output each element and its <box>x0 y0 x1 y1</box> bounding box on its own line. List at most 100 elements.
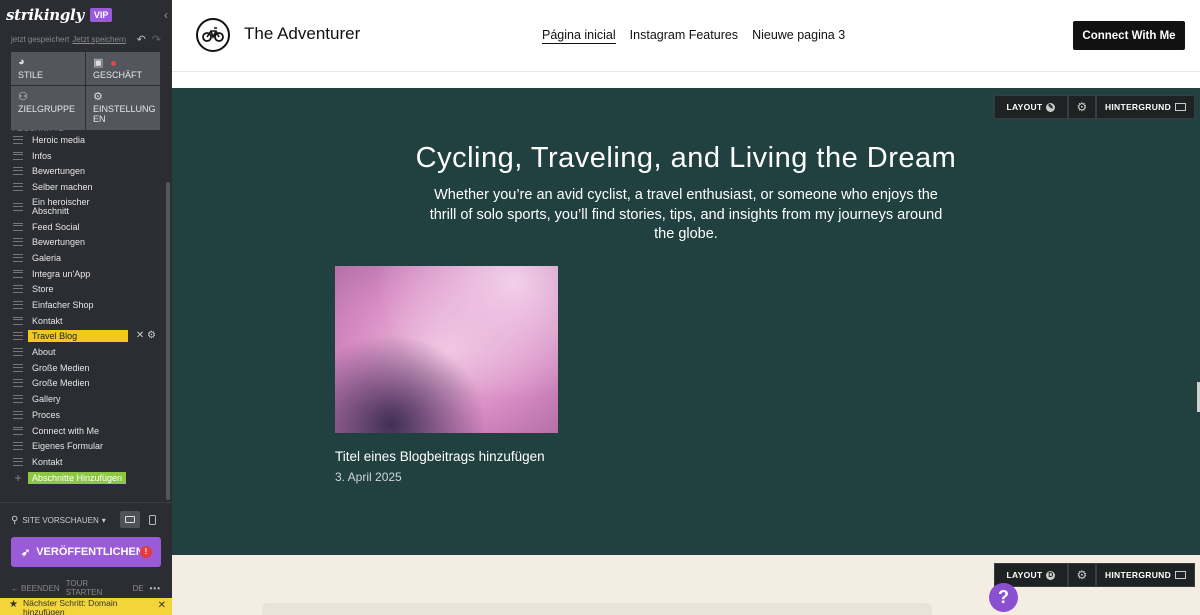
section-list-item[interactable]: Travel Blog ✕ ⚙ <box>0 329 166 345</box>
section-list-item[interactable]: Feed Social <box>0 219 166 235</box>
undo-icon[interactable]: ↶ <box>137 33 146 46</box>
section-list-item[interactable]: Selber machen <box>0 179 166 195</box>
drag-handle-icon[interactable] <box>13 151 23 160</box>
section-settings-button-2[interactable]: ⚙ <box>1068 563 1096 587</box>
background-button-2[interactable]: HINTERGRUND <box>1096 563 1195 587</box>
more-options-icon[interactable]: ••• <box>150 584 161 593</box>
section-list-item[interactable]: Kontakt <box>0 313 166 329</box>
drag-handle-icon[interactable] <box>13 363 23 372</box>
gear-icon[interactable]: ⚙ <box>147 330 156 341</box>
background-button[interactable]: HINTERGRUND <box>1096 95 1195 119</box>
section-label: Große Medien <box>32 362 90 373</box>
help-button[interactable]: ? <box>989 583 1018 612</box>
section-list: ABSCHNITTE Heroic mediaInfosBewertungenS… <box>0 124 166 485</box>
section-subtitle[interactable]: Whether you’re an avid cyclist, a travel… <box>422 186 950 245</box>
drag-handle-icon[interactable] <box>13 410 23 419</box>
star-icon: ★ <box>9 599 18 610</box>
drag-handle-icon[interactable] <box>13 182 23 191</box>
store-tile[interactable]: ▣ GESCHÄFT <box>86 52 160 85</box>
section-list-item[interactable]: Ein heroischer Abschnitt <box>0 195 166 219</box>
section-label: Travel Blog <box>28 330 128 343</box>
blog-post-date: 3. April 2025 <box>335 470 402 484</box>
bag-icon: ▣ <box>93 57 104 69</box>
section-list-item[interactable]: Infos <box>0 148 166 164</box>
nav-home[interactable]: Página inicial <box>542 28 616 44</box>
warning-icon: ! <box>140 546 152 558</box>
section-list-item[interactable]: Große Medien <box>0 360 166 376</box>
section-list-item[interactable]: Kontakt <box>0 454 166 470</box>
gear-icon: ⚙ <box>93 91 103 103</box>
audience-tile[interactable]: ⚇ ZIELGRUPPE <box>11 86 85 130</box>
drag-handle-icon[interactable] <box>13 332 23 341</box>
bicycle-icon[interactable] <box>196 18 230 52</box>
drag-handle-icon[interactable] <box>13 301 23 310</box>
drag-handle-icon[interactable] <box>13 135 23 144</box>
connect-button[interactable]: Connect With Me <box>1073 21 1185 50</box>
start-tour-link[interactable]: TOUR STARTEN <box>66 579 127 597</box>
site-title[interactable]: The Adventurer <box>244 24 360 44</box>
blog-post-image[interactable] <box>335 266 558 433</box>
drag-handle-icon[interactable] <box>13 348 23 357</box>
save-now-link[interactable]: Jetzt speichern <box>72 35 126 44</box>
close-icon[interactable]: ✕ <box>158 601 166 611</box>
mobile-view-button[interactable] <box>142 511 162 528</box>
drag-handle-icon[interactable] <box>13 269 23 278</box>
drag-handle-icon[interactable] <box>13 167 23 176</box>
chevron-down-icon[interactable]: ▾ <box>102 516 106 525</box>
language-selector[interactable]: DE <box>132 584 143 593</box>
section-label: Kontakt <box>32 456 63 467</box>
section-list-item[interactable]: About <box>0 344 166 360</box>
styles-tile[interactable]: ◕ STILE <box>11 52 85 85</box>
section-list-item[interactable]: Bewertungen <box>0 234 166 250</box>
drag-handle-icon[interactable] <box>13 316 23 325</box>
section-list-item[interactable]: Integra un'App <box>0 266 166 282</box>
image-icon <box>1175 103 1187 111</box>
section-settings-button[interactable]: ⚙ <box>1068 95 1096 119</box>
add-sections-button[interactable]: + Abschnitte Hinzufügen <box>0 470 166 486</box>
back-arrow-icon[interactable]: ← <box>11 584 19 593</box>
drag-handle-icon[interactable] <box>13 442 23 451</box>
next-step-banner[interactable]: ★ Nächster Schritt: Domain hinzufügen ✕ <box>0 598 172 615</box>
drag-handle-icon[interactable] <box>13 379 23 388</box>
nav-new-page-3[interactable]: Nieuwe pagina 3 <box>752 28 845 44</box>
section-list-item[interactable]: Gallery <box>0 391 166 407</box>
drag-handle-icon[interactable] <box>13 395 23 404</box>
section-list-item[interactable]: Große Medien <box>0 376 166 392</box>
section-list-item[interactable]: Eigenes Formular <box>0 438 166 454</box>
section-list-item[interactable]: Proces <box>0 407 166 423</box>
sidebar-scrollbar[interactable] <box>166 182 170 500</box>
publish-button[interactable]: ➶ VERÖFFENTLICHEN ! <box>11 537 161 567</box>
drag-handle-icon[interactable] <box>13 426 23 435</box>
blog-post-title[interactable]: Titel eines Blogbeitrags hinzufügen <box>335 449 545 464</box>
gear-icon: ⚙ <box>1076 100 1088 114</box>
layout-button[interactable]: LAYOUT ✎ <box>994 95 1068 119</box>
drag-handle-icon[interactable] <box>13 222 23 231</box>
collapse-sidebar-icon[interactable]: ‹ <box>164 8 168 22</box>
drag-handle-icon[interactable] <box>13 238 23 247</box>
site-preview-dropdown[interactable]: SITE VORSCHAUEN <box>22 516 98 525</box>
redo-icon[interactable]: ↷ <box>152 33 161 46</box>
section-list-item[interactable]: Heroic media <box>0 132 166 148</box>
drag-handle-icon[interactable] <box>13 457 23 466</box>
drag-handle-icon[interactable] <box>13 202 23 211</box>
strikingly-logo[interactable]: strikingly <box>6 6 84 24</box>
rocket-icon: ➶ <box>21 546 31 559</box>
save-status-row: jetzt gespeichert Jetzt speichern ↶ ↷ <box>0 30 172 48</box>
gear-icon: ⚙ <box>1076 568 1088 582</box>
desktop-view-button[interactable] <box>120 511 140 528</box>
section-title[interactable]: Cycling, Traveling, and Living the Dream <box>172 142 1200 175</box>
next-section: LAYOUT D ⚙ HINTERGRUND <box>172 555 1200 615</box>
exit-link[interactable]: BEENDEN <box>21 584 60 593</box>
section-list-item[interactable]: Einfacher Shop <box>0 297 166 313</box>
section-label: Infos <box>32 150 52 161</box>
delete-icon[interactable]: ✕ <box>136 330 144 341</box>
section-list-item[interactable]: Store <box>0 282 166 298</box>
site-canvas: The Adventurer Página inicial Instagram … <box>172 0 1200 615</box>
section-list-item[interactable]: Connect with Me <box>0 423 166 439</box>
settings-tile[interactable]: ⚙ EINSTELLUNG EN <box>86 86 160 130</box>
nav-instagram-features[interactable]: Instagram Features <box>630 28 738 44</box>
drag-handle-icon[interactable] <box>13 285 23 294</box>
drag-handle-icon[interactable] <box>13 253 23 262</box>
section-list-item[interactable]: Galeria <box>0 250 166 266</box>
section-list-item[interactable]: Bewertungen <box>0 163 166 179</box>
